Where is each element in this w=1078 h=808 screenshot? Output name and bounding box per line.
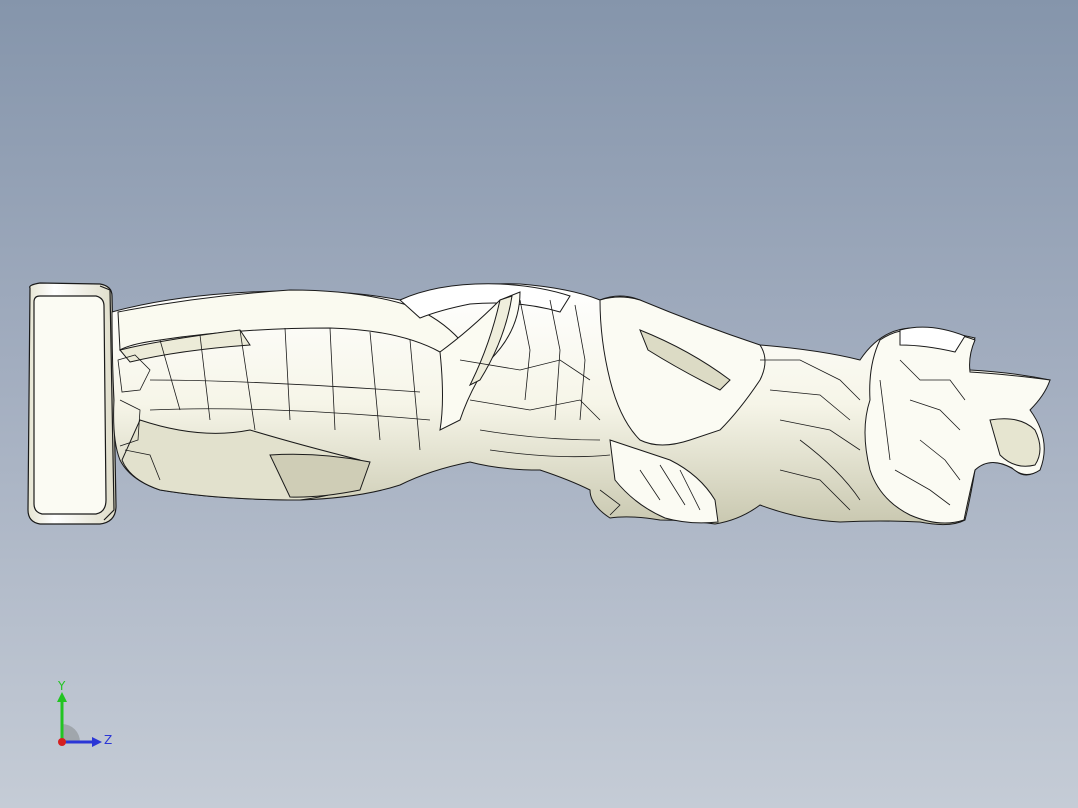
x-axis-icon	[58, 738, 66, 746]
y-arrow-icon	[57, 692, 67, 702]
y-axis-label: Y	[57, 680, 66, 693]
model-base[interactable]	[27, 282, 117, 525]
axis-triad: Y Z	[57, 680, 112, 747]
z-axis-label: Z	[104, 733, 112, 747]
graphics-viewport[interactable]: Y Z	[0, 0, 1078, 808]
statue-model[interactable]	[0, 0, 1078, 808]
z-arrow-icon	[92, 737, 102, 747]
model-head[interactable]	[864, 326, 1051, 524]
